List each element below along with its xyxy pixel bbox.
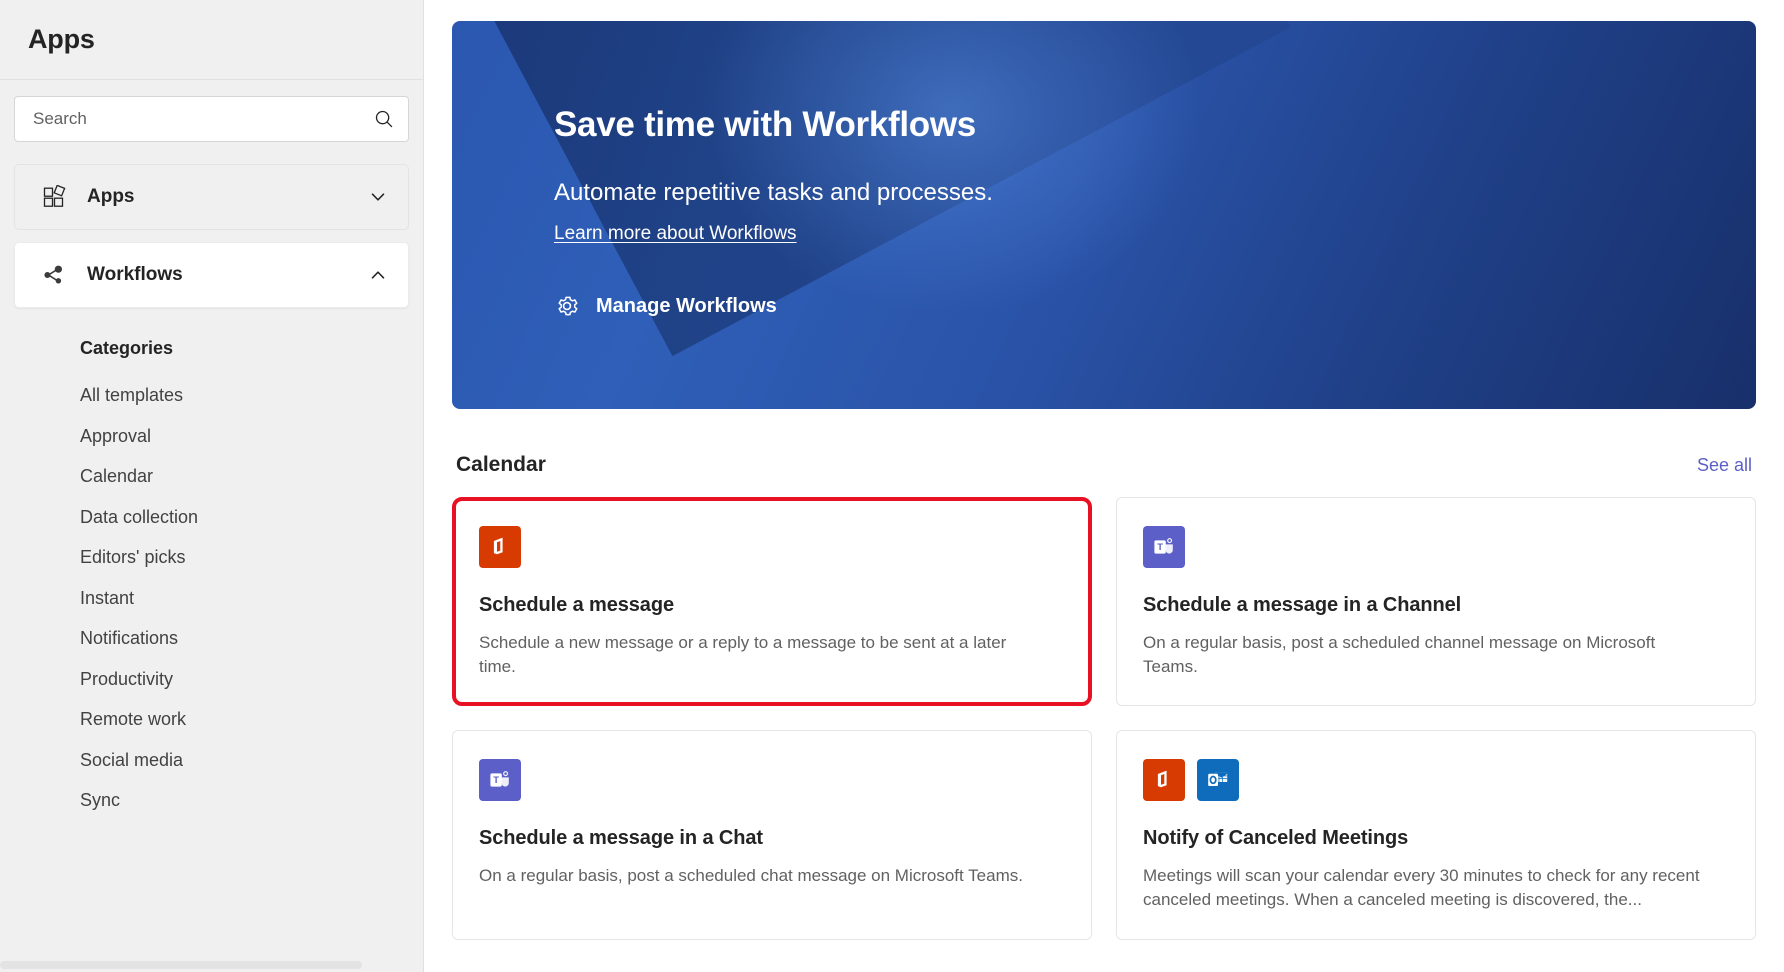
chevron-up-icon[interactable] xyxy=(368,265,388,285)
card-icons: T xyxy=(479,759,1065,801)
outlook-icon xyxy=(1197,759,1239,801)
page-title: Apps xyxy=(28,24,95,55)
card-icons xyxy=(479,526,1065,568)
app-shell: Apps xyxy=(0,0,1784,972)
sidebar-header: Apps xyxy=(0,0,423,80)
see-all-link[interactable]: See all xyxy=(1697,455,1752,476)
calendar-section-header: Calendar See all xyxy=(452,409,1756,497)
apps-grid-icon xyxy=(39,185,69,209)
template-card-grid: Schedule a message Schedule a new messag… xyxy=(452,497,1756,940)
sidebar-accordion-apps[interactable]: Apps xyxy=(14,164,409,230)
sidebar-item-editors-picks[interactable]: Editors' picks xyxy=(14,537,409,578)
card-title: Notify of Canceled Meetings xyxy=(1143,827,1729,850)
workflows-hero-banner: Save time with Workflows Automate repeti… xyxy=(452,21,1756,409)
svg-text:T: T xyxy=(493,774,499,785)
svg-text:T: T xyxy=(1157,541,1163,552)
main-content: Save time with Workflows Automate repeti… xyxy=(424,0,1784,972)
template-card-schedule-a-message-in-a-chat[interactable]: T Schedule a message in a Chat On a regu… xyxy=(452,730,1092,939)
search-icon[interactable] xyxy=(374,109,394,129)
chevron-down-icon[interactable] xyxy=(368,187,388,207)
template-card-schedule-a-message-in-a-channel[interactable]: T Schedule a message in a Channel On a r… xyxy=(1116,497,1756,706)
hero-subtitle: Automate repetitive tasks and processes. xyxy=(554,179,1756,207)
section-title: Calendar xyxy=(456,453,546,477)
card-description: On a regular basis, post a scheduled cha… xyxy=(1143,631,1706,679)
card-title: Schedule a message xyxy=(479,594,1065,617)
card-icons xyxy=(1143,759,1729,801)
sidebar-item-social-media[interactable]: Social media xyxy=(14,740,409,781)
sidebar-item-productivity[interactable]: Productivity xyxy=(14,659,409,700)
workflows-nodes-icon xyxy=(39,263,69,287)
sidebar-item-instant[interactable]: Instant xyxy=(14,578,409,619)
card-description: Meetings will scan your calendar every 3… xyxy=(1143,864,1706,912)
card-description: Schedule a new message or a reply to a m… xyxy=(479,631,1042,679)
hero-content: Save time with Workflows Automate repeti… xyxy=(452,21,1756,319)
categories-section: Categories All templates Approval Calend… xyxy=(14,320,409,821)
template-card-notify-of-canceled-meetings[interactable]: Notify of Canceled Meetings Meetings wil… xyxy=(1116,730,1756,939)
sidebar-accordion-workflows[interactable]: Workflows xyxy=(14,242,409,308)
sidebar-body: Apps Workflo xyxy=(0,80,423,972)
card-icons: T xyxy=(1143,526,1729,568)
manage-workflows-label: Manage Workflows xyxy=(596,295,777,318)
office-icon xyxy=(1143,759,1185,801)
gear-icon xyxy=(554,293,580,319)
sidebar-horizontal-scrollbar[interactable] xyxy=(0,958,423,972)
card-title: Schedule a message in a Channel xyxy=(1143,594,1729,617)
hero-title: Save time with Workflows xyxy=(554,105,1756,145)
card-title: Schedule a message in a Chat xyxy=(479,827,1065,850)
manage-workflows-button[interactable]: Manage Workflows xyxy=(554,293,777,319)
template-card-schedule-a-message[interactable]: Schedule a message Schedule a new messag… xyxy=(452,497,1092,706)
learn-more-link[interactable]: Learn more about Workflows xyxy=(554,223,797,245)
sidebar-item-calendar[interactable]: Calendar xyxy=(14,456,409,497)
sidebar-item-remote-work[interactable]: Remote work xyxy=(14,699,409,740)
sidebar-item-all-templates[interactable]: All templates xyxy=(14,375,409,416)
search-box[interactable] xyxy=(14,96,409,142)
categories-heading: Categories xyxy=(14,338,409,375)
sidebar-item-notifications[interactable]: Notifications xyxy=(14,618,409,659)
sidebar-item-data-collection[interactable]: Data collection xyxy=(14,497,409,538)
scrollbar-thumb[interactable] xyxy=(0,961,362,969)
office-icon xyxy=(479,526,521,568)
sidebar-accordion-apps-label: Apps xyxy=(87,186,368,208)
teams-icon: T xyxy=(479,759,521,801)
sidebar: Apps xyxy=(0,0,424,972)
search-input[interactable] xyxy=(33,109,374,129)
sidebar-item-sync[interactable]: Sync xyxy=(14,780,409,821)
sidebar-accordion-workflows-label: Workflows xyxy=(87,264,368,286)
sidebar-item-approval[interactable]: Approval xyxy=(14,416,409,457)
teams-icon: T xyxy=(1143,526,1185,568)
card-description: On a regular basis, post a scheduled cha… xyxy=(479,864,1042,888)
